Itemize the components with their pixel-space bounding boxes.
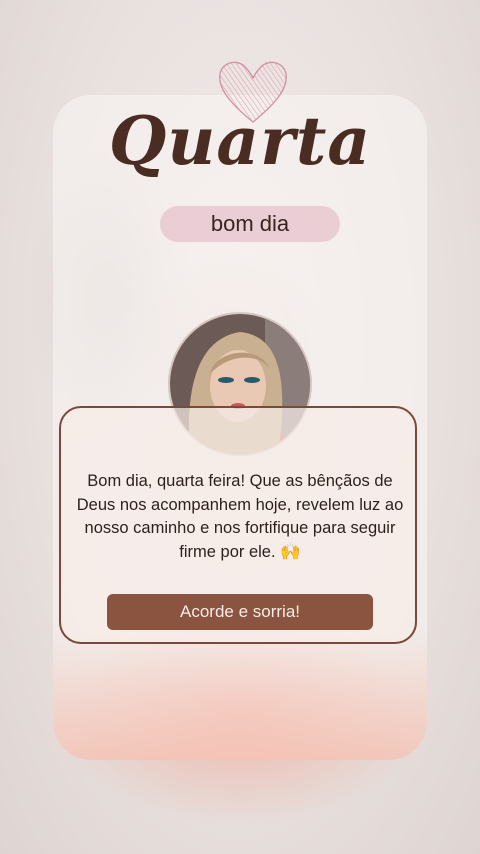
message-text: Bom dia, quarta feira! Que as bênçãos de… (76, 472, 404, 561)
cta-button[interactable]: Acorde e sorria! (107, 594, 373, 630)
page-title: Quarta (108, 102, 372, 180)
card-bottom-gradient (53, 630, 427, 760)
subtitle-badge: bom dia (160, 206, 340, 242)
